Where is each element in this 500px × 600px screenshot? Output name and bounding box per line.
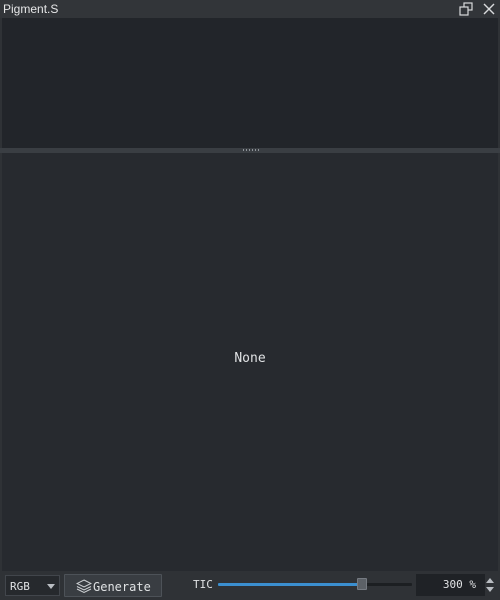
zoom-value: 300 %	[442, 578, 476, 591]
color-mode-value: RGB	[10, 580, 30, 593]
close-icon[interactable]	[482, 2, 496, 16]
chevron-down-icon	[47, 584, 55, 589]
float-window-icon[interactable]	[459, 2, 473, 16]
empty-placeholder: None	[234, 351, 266, 366]
generate-button[interactable]: Generate	[64, 574, 162, 597]
title-bar: Pigment.S	[0, 0, 500, 18]
window-title: Pigment.S	[3, 2, 59, 16]
zoom-spinbox[interactable]: 300 %	[416, 574, 485, 596]
slider-fill	[218, 583, 362, 586]
bottom-toolbar: RGB Generate TIC 300 %	[0, 571, 500, 600]
palette-panel: None	[2, 153, 498, 571]
tic-slider[interactable]	[218, 578, 412, 590]
preview-panel	[2, 18, 498, 148]
spin-down-icon[interactable]	[486, 587, 494, 592]
tic-label: TIC	[193, 578, 213, 591]
slider-handle[interactable]	[357, 578, 367, 590]
spin-up-icon[interactable]	[486, 578, 494, 583]
generate-label: Generate	[93, 580, 151, 594]
color-mode-select[interactable]: RGB	[5, 575, 60, 596]
layers-icon	[76, 579, 92, 594]
splitter-grip-icon[interactable]	[243, 149, 261, 151]
